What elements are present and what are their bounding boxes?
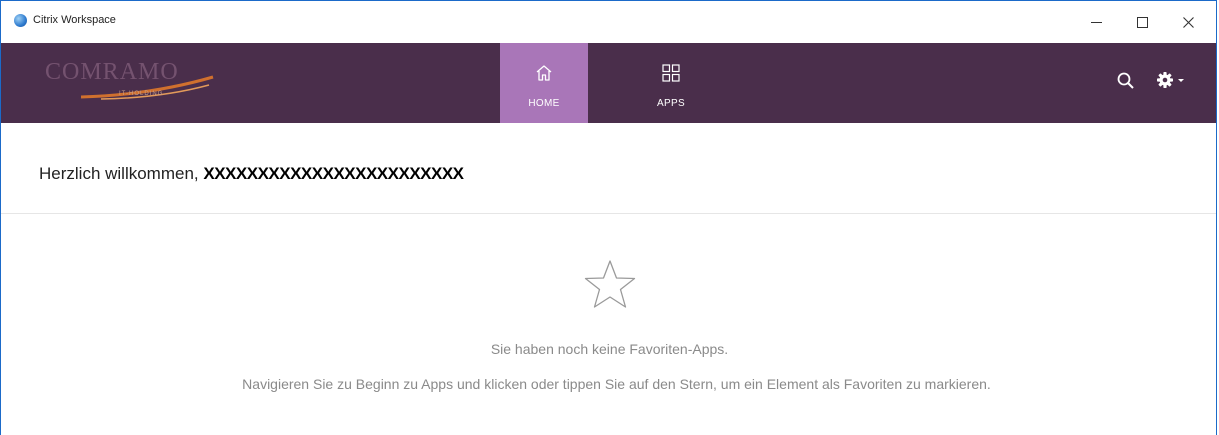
citrix-app-icon (14, 14, 27, 27)
window-title: Citrix Workspace (33, 14, 116, 26)
maximize-icon (1136, 16, 1148, 28)
close-button[interactable] (1165, 1, 1211, 43)
star-icon (584, 260, 636, 308)
company-logo[interactable]: COMRAMO IT-HOLDING (41, 55, 219, 105)
welcome-message: Herzlich willkommen, XXXXXXXXXXXXXXXXXXX… (39, 164, 464, 184)
top-navigation-bar: COMRAMO IT-HOLDING HOME APPS (1, 43, 1216, 123)
chevron-down-icon (1178, 79, 1184, 82)
logo-subtext: IT-HOLDING (119, 91, 164, 97)
search-button[interactable] (1116, 71, 1136, 91)
title-bar[interactable]: Citrix Workspace (1, 1, 1216, 43)
tab-home[interactable]: HOME (500, 43, 588, 123)
settings-menu-button[interactable] (1156, 70, 1188, 90)
home-icon (536, 65, 552, 81)
apps-grid-icon (662, 64, 680, 82)
search-icon (1117, 72, 1134, 89)
tab-apps[interactable]: APPS (627, 43, 715, 123)
citrix-workspace-window: Citrix Workspace COMRAMO IT-HOLDING HOME… (0, 0, 1217, 435)
favorites-empty-title: Sie haben noch keine Favoriten-Apps. (490, 341, 729, 357)
minimize-icon (1090, 21, 1102, 23)
tab-home-label: HOME (528, 98, 560, 109)
minimize-button[interactable] (1073, 1, 1119, 43)
section-divider (1, 213, 1216, 214)
gear-icon (1157, 72, 1184, 88)
welcome-greeting: Herzlich willkommen, (39, 164, 199, 183)
maximize-button[interactable] (1119, 1, 1165, 43)
close-icon (1182, 16, 1194, 28)
tab-apps-label: APPS (657, 98, 685, 109)
favorites-empty-description: Navigieren Sie zu Beginn zu Apps und kli… (242, 376, 991, 392)
logo-swoosh (80, 75, 214, 100)
welcome-username: XXXXXXXXXXXXXXXXXXXXXXXX (203, 164, 464, 183)
